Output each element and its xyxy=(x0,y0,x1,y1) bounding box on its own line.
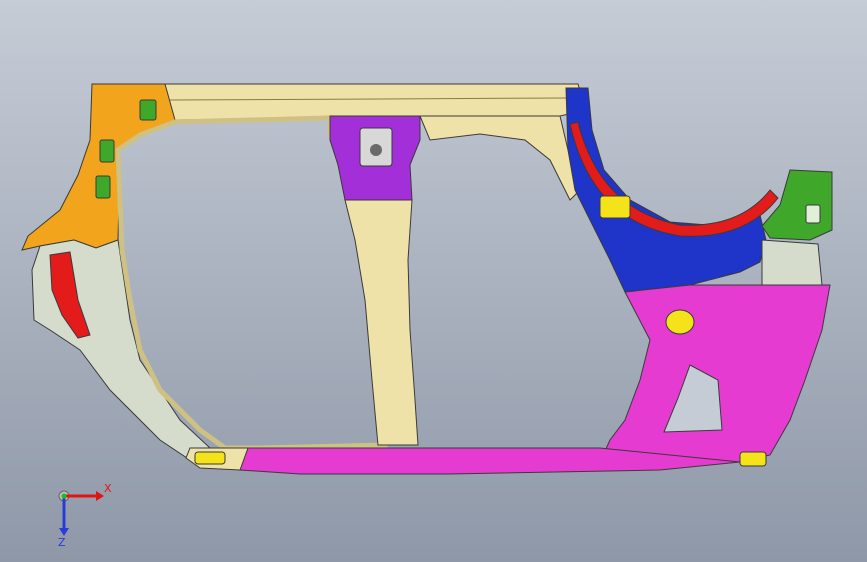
z-axis-label: Z xyxy=(58,536,66,549)
cad-viewport[interactable]: X Z xyxy=(0,0,867,562)
y-axis-dot xyxy=(61,493,67,499)
coordinate-triad: X Z xyxy=(58,482,112,549)
x-axis-label: X xyxy=(104,482,112,495)
x-axis-arrow xyxy=(96,491,104,501)
z-axis-arrow xyxy=(59,528,69,536)
